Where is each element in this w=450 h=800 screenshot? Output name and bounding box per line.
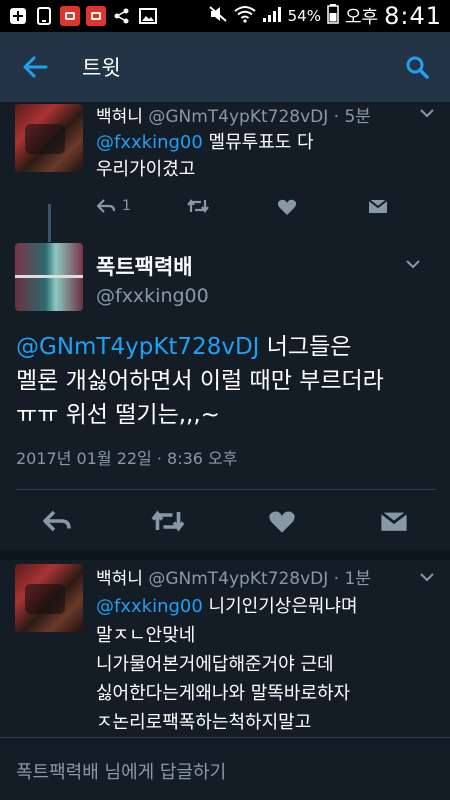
tweet-text: @fxxking00 니기인기상은뭐냐며 말ㅈㄴ안맞네 니가물어본거에답해준거야… [96, 592, 358, 737]
app-bar: 트윗 [0, 32, 450, 102]
tweet-header: 백혀니 @GNmT4ypKt728vDJ · 5분 [96, 102, 371, 127]
mention-link[interactable]: @GNmT4ypKt728vDJ [16, 334, 259, 360]
tweet-header: 백혀니 @GNmT4ypKt728vDJ · 1분 [96, 564, 371, 589]
tweet-text: @fxxking00 멜뮤투표도 다 우리가이겼고 [96, 129, 314, 183]
battery-percent: 54% [287, 7, 321, 25]
reply-icon [96, 199, 116, 213]
tweet-text-line-3: 니가물어본거에답해준거야 근데 [96, 654, 334, 675]
tweet-text-line-4: 싫어한다는게왜나와 말똑바로하자 [96, 683, 351, 704]
tweet-text-line-2: 말ㅈㄴ안맞네 [96, 625, 196, 646]
app-red-2-icon [86, 6, 106, 26]
search-button[interactable] [402, 52, 432, 82]
back-button[interactable] [0, 32, 70, 102]
image-icon [138, 6, 158, 26]
tweet-time: · 1분 [333, 569, 371, 589]
clock-time: 8:41 [384, 2, 442, 30]
chevron-down-icon[interactable] [418, 104, 436, 122]
signal-icon [262, 5, 282, 27]
user-handle: @GNmT4ypKt728vDJ [148, 569, 329, 589]
retweet-action[interactable] [186, 198, 210, 214]
reply-count: 1 [122, 198, 131, 214]
plus-icon [8, 6, 28, 26]
mute-icon [208, 5, 228, 27]
retweet-icon [187, 199, 209, 213]
display-name[interactable]: 폭트팩력배 [96, 251, 193, 281]
tweet-actions [0, 495, 450, 547]
page-title: 트윗 [82, 56, 121, 80]
reply-tweet[interactable]: 백혀니 @GNmT4ypKt728vDJ · 1분 @fxxking00 니기인… [0, 560, 450, 737]
heart-icon [277, 199, 297, 215]
share-icon [112, 6, 132, 26]
avatar[interactable] [15, 564, 83, 632]
chevron-down-icon[interactable] [404, 255, 422, 273]
like-button[interactable] [268, 509, 296, 534]
retweet-icon [151, 510, 185, 532]
like-action[interactable] [277, 198, 297, 216]
tweet-text-line-5: ㅈ논리로팩폭하는척하지말고 [96, 712, 312, 733]
chevron-down-icon[interactable] [418, 568, 436, 586]
avatar[interactable] [15, 104, 83, 172]
avatar[interactable] [15, 243, 83, 311]
tweet-header: 폭트팩력배 [96, 251, 193, 281]
reply-composer[interactable]: 폭트팩력배 님에게 답글하기 [0, 737, 450, 800]
dm-action[interactable] [368, 198, 388, 214]
tweet-time: · 5분 [333, 107, 371, 127]
tweet-detail: 백혀니 @GNmT4ypKt728vDJ · 5분 @fxxking00 멜뮤투… [0, 102, 450, 737]
app-red-1-icon [60, 6, 80, 26]
dm-button[interactable] [380, 509, 408, 533]
reply-icon [43, 510, 71, 532]
divider [16, 489, 436, 490]
user-handle: @GNmT4ypKt728vDJ [148, 107, 329, 127]
heart-icon [269, 511, 295, 533]
mention-link[interactable]: @fxxking00 [96, 132, 203, 153]
section-separator [0, 550, 450, 560]
display-name[interactable]: 백혀니 [96, 569, 143, 589]
retweet-button[interactable] [150, 509, 186, 533]
reply-action[interactable]: 1 [96, 198, 131, 214]
tweet-text-line-2: 우리가이겼고 [96, 159, 196, 180]
search-icon [406, 56, 429, 79]
tweet-timestamp: 2017년 01월 22일 · 8:36 오후 [16, 449, 238, 468]
wifi-icon [234, 5, 256, 27]
envelope-icon [380, 511, 408, 531]
battery-icon [327, 4, 339, 28]
user-handle: @fxxking00 [96, 285, 209, 307]
tweet-text-line-1: 멜뮤투표도 다 [202, 132, 314, 153]
arrow-left-icon [23, 56, 48, 78]
tweet-text-line-1: 너그들은 [259, 334, 352, 360]
tweet-text-line-1: 니기인기상은뭐냐며 [202, 596, 358, 617]
tweet-text: @GNmT4ypKt728vDJ 너그들은 멜론 개싫어하면서 이럴 때만 부르… [16, 330, 436, 432]
reply-input-placeholder[interactable]: 폭트팩력배 님에게 답글하기 [16, 758, 226, 784]
envelope-icon [368, 199, 388, 213]
tweet-text-line-3: ㅠㅠ 위선 떨기는,,,~ [16, 402, 220, 428]
phone-icon [34, 6, 54, 26]
system-indicators: 54% 오후 8:41 [208, 2, 442, 30]
notification-icons [8, 6, 158, 26]
previous-tweet[interactable]: 백혀니 @GNmT4ypKt728vDJ · 5분 @fxxking00 멜뮤투… [0, 102, 450, 242]
tweet-text-line-2: 멜론 개싫어하면서 이럴 때만 부르더라 [16, 368, 384, 394]
tweet-handle-row: @fxxking00 [96, 285, 209, 307]
focused-tweet: 폭트팩력배 @fxxking00 @GNmT4ypKt728vDJ 너그들은 멜… [0, 237, 450, 550]
mention-link[interactable]: @fxxking00 [96, 596, 203, 617]
status-bar: 54% 오후 8:41 [0, 0, 450, 32]
clock-ampm: 오후 [344, 7, 379, 28]
display-name[interactable]: 백혀니 [96, 107, 143, 127]
reply-button[interactable] [42, 509, 72, 533]
